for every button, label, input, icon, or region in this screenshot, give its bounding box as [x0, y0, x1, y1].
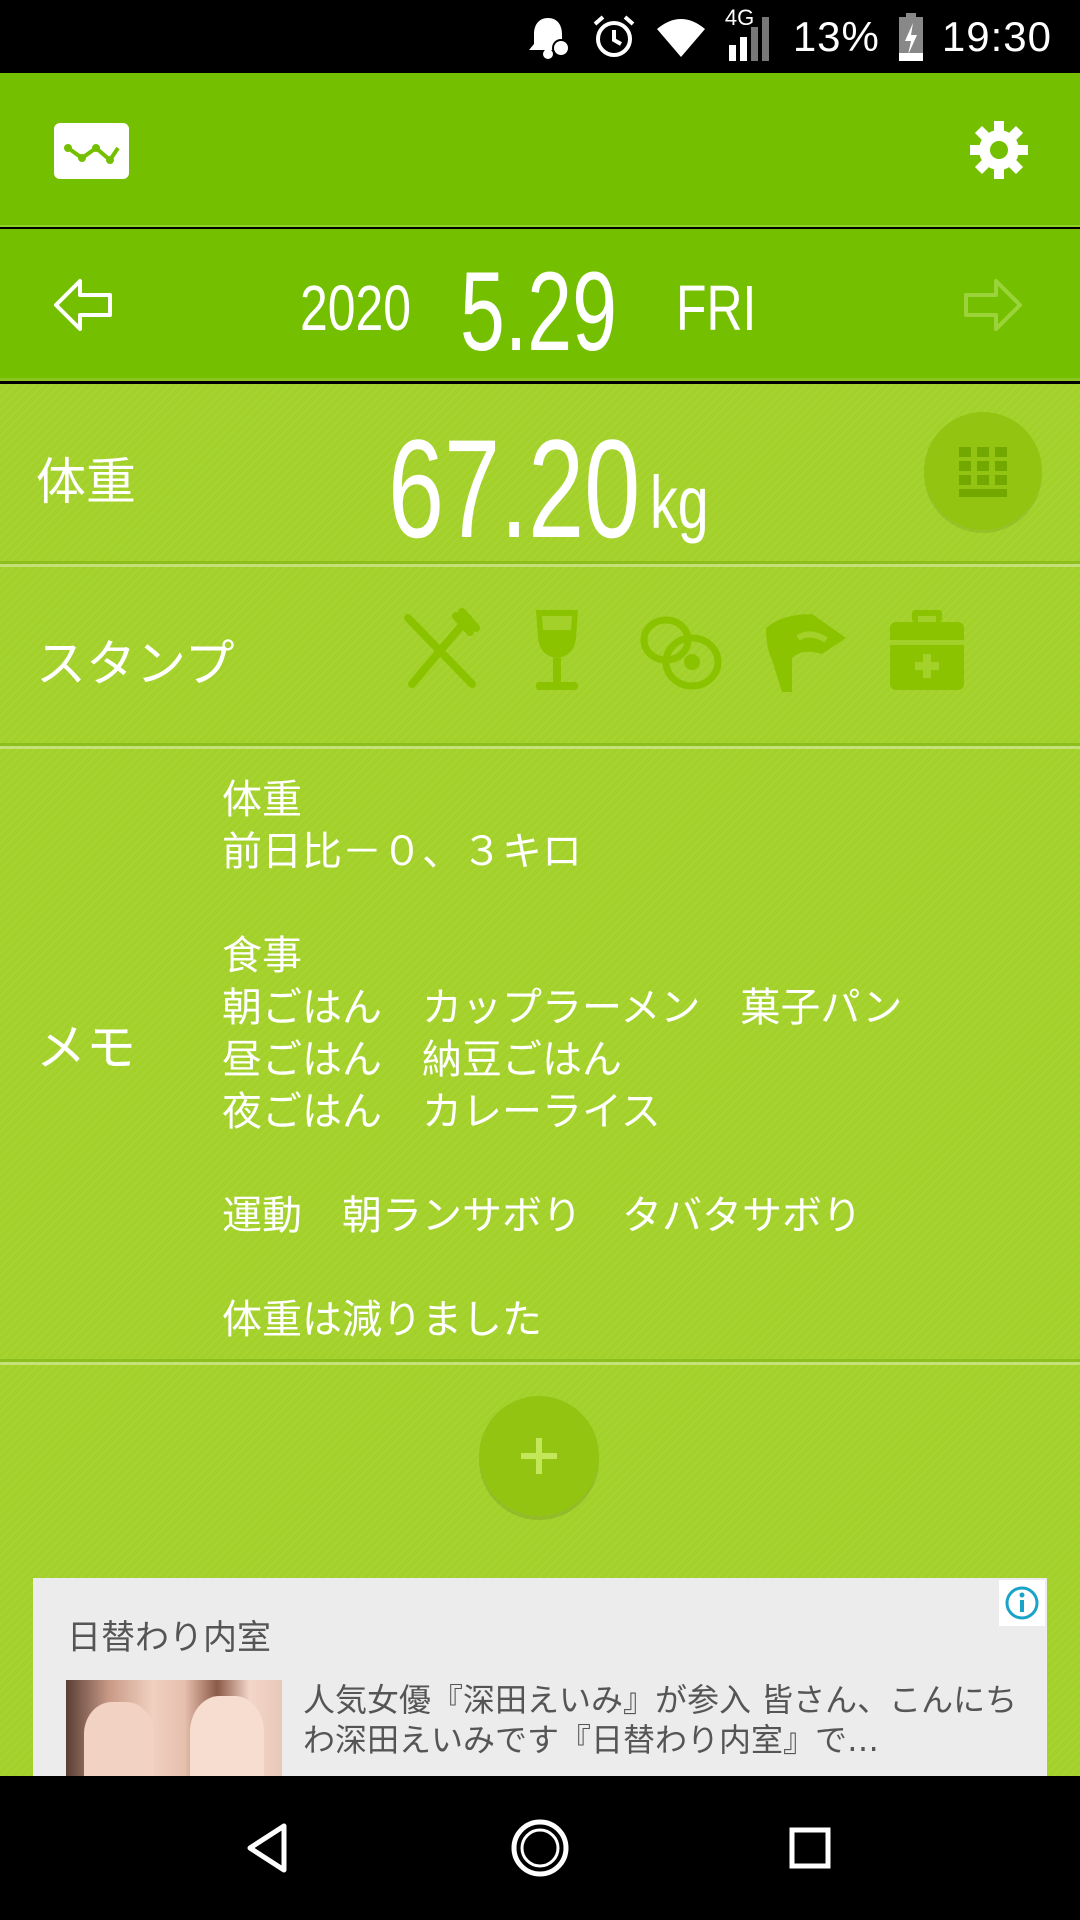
keypad-button[interactable] — [924, 412, 1042, 530]
status-bar: 4G 13% 19:30 — [0, 0, 1080, 73]
first-aid-kit-icon[interactable] — [884, 608, 970, 694]
memo-label: メモ — [36, 1019, 136, 1077]
ad-title[interactable]: 日替わり内室 — [67, 1610, 271, 1659]
graph-icon — [63, 144, 120, 164]
stamp-row: スタンプ — [0, 568, 1080, 749]
home-icon[interactable] — [508, 1816, 572, 1880]
previous-day-arrow-icon[interactable] — [52, 275, 116, 335]
next-day-arrow-icon[interactable] — [960, 275, 1024, 335]
ad-body-text[interactable]: 人気女優『深田えいみ』が参入 皆さん、こんにちわ深田えいみです『日替わり内室』で… — [303, 1680, 1023, 1760]
pills-icon[interactable] — [638, 608, 724, 694]
wine-glass-icon[interactable] — [514, 608, 600, 694]
memo-text[interactable]: 体重 前日比－０、３キロ 食事 朝ごはん カップラーメン 菓子パン 昼ごはん 納… — [222, 774, 902, 1346]
date-month-day: 5.29 — [460, 249, 617, 374]
back-icon[interactable] — [238, 1816, 302, 1880]
alarm-clock-icon — [593, 14, 635, 57]
weight-label: 体重 — [36, 453, 136, 511]
weight-unit: kg — [650, 461, 709, 544]
date-year: 2020 — [300, 272, 412, 344]
weight-row[interactable]: 体重 67.20 kg — [0, 384, 1080, 567]
stamp-label: スタンプ — [36, 635, 235, 693]
app-header — [0, 73, 1080, 227]
cell-signal-icon: 4G — [725, 5, 775, 63]
battery-percent: 13% — [792, 12, 880, 60]
plus-icon — [521, 1438, 557, 1474]
clock: 19:30 — [941, 12, 1052, 60]
weight-value[interactable]: 67.20 — [388, 408, 640, 570]
memo-row[interactable]: メモ 体重 前日比－０、３キロ 食事 朝ごはん カップラーメン 菓子パン 昼ごは… — [0, 750, 1080, 1365]
daily-record: 体重 67.20 kg スタンプ メモ 体重 前日比－０、３キロ 食事 朝ごはん… — [0, 384, 1080, 1776]
gear-icon[interactable] — [968, 119, 1030, 181]
ad-banner[interactable]: 日替わり内室 人気女優『深田えいみ』が参入 皆さん、こんにちわ深田えいみです『日… — [33, 1578, 1047, 1776]
add-button[interactable] — [479, 1396, 599, 1516]
ad-info-button[interactable] — [999, 1580, 1045, 1626]
wifi-icon — [656, 18, 705, 57]
date-weekday: FRI — [676, 272, 757, 344]
info-icon — [1005, 1586, 1039, 1620]
fork-knife-icon[interactable] — [398, 608, 484, 694]
system-navigation-bar — [0, 1776, 1080, 1920]
alarm-snooze-icon — [528, 17, 570, 59]
ad-thumbnail[interactable] — [66, 1680, 282, 1776]
battery-charging-icon — [898, 12, 923, 61]
graph-button[interactable] — [54, 123, 129, 179]
date-navigation: 2020 5.29 FRI — [0, 229, 1080, 381]
keypad-icon — [959, 447, 1007, 497]
running-icon[interactable] — [762, 608, 848, 694]
recents-icon[interactable] — [778, 1816, 842, 1880]
